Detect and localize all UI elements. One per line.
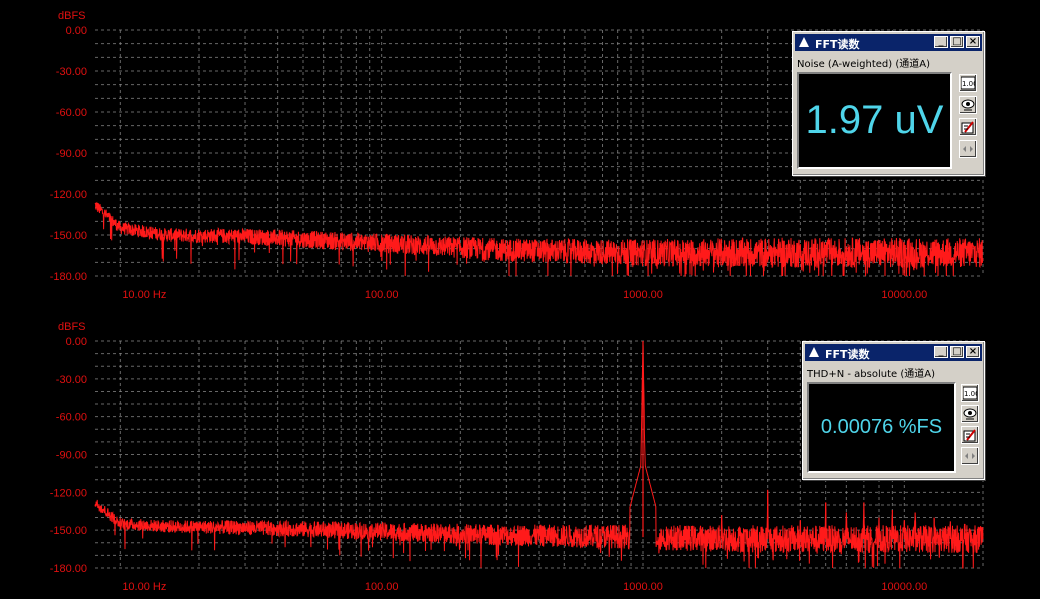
y-tick-label: -60.00 [56,412,87,424]
y-tick-label: -90.00 [56,450,87,462]
close-button[interactable]: × [966,346,980,358]
y-tick-label: -150.00 [50,525,87,537]
x-tick-label: 10000.00 [881,289,927,301]
chart-edit-icon[interactable] [961,426,979,444]
readout-measurement-label: THD+N - absolute (通道A) [807,369,935,380]
readout-value-display: 1.97 uV [797,72,952,169]
minimize-button[interactable]: _ [934,346,948,358]
units-btn-text: 1.00 [964,390,977,398]
fft-readout-window-top[interactable]: FFT读数 _ □ × Noise (A-weighted) (通道A) 1.9… [792,31,985,176]
y-tick-label: -120.00 [50,487,87,499]
readout-units-icon[interactable]: 1.00 [961,384,979,402]
y-tick-label: -120.00 [50,189,87,201]
x-tick-label: 10.00 Hz [122,581,166,593]
swap-arrows-icon[interactable] [959,140,977,158]
readout-titlebar[interactable]: FFT读数 _ □ × [795,34,982,51]
app-icon [799,37,809,47]
y-tick-label: -60.00 [56,107,87,119]
swap-arrows-icon[interactable] [961,447,979,465]
y-tick-label: -30.00 [56,374,87,386]
y-tick-label: 0.00 [66,25,87,37]
readout-value: 1.97 uV [805,98,944,142]
x-tick-label: 100.00 [365,289,399,301]
eye-icon[interactable] [959,96,977,114]
chart-edit-icon[interactable] [959,118,977,136]
y-axis-label: dBFS [58,321,86,333]
maximize-button[interactable]: □ [950,346,964,358]
eye-icon[interactable] [961,405,979,423]
readout-title: FFT读数 [825,348,870,361]
app-icon [809,347,819,357]
y-tick-label: -150.00 [50,230,87,242]
y-tick-label: -180.00 [50,563,87,575]
x-tick-label: 10000.00 [881,581,927,593]
maximize-button[interactable]: □ [950,36,964,48]
readout-value: 0.00076 %FS [820,416,943,438]
readout-title: FFT读数 [815,38,860,51]
readout-measurement-label: Noise (A-weighted) (通道A) [797,59,930,70]
y-tick-label: -180.00 [50,271,87,283]
readout-value-display: 0.00076 %FS [807,382,956,473]
readout-units-icon[interactable]: 1.00 [959,74,977,92]
minimize-button[interactable]: _ [934,36,948,48]
x-tick-label: 1000.00 [623,581,663,593]
x-tick-label: 1000.00 [623,289,663,301]
close-button[interactable]: × [966,36,980,48]
units-btn-text: 1.00 [962,80,975,88]
y-tick-label: 0.00 [66,336,87,348]
y-axis-label: dBFS [58,10,86,22]
x-tick-label: 10.00 Hz [122,289,166,301]
fft-readout-window-bottom[interactable]: FFT读数 _ □ × THD+N - absolute (通道A) 0.000… [802,341,985,480]
x-tick-label: 100.00 [365,581,399,593]
y-tick-label: -90.00 [56,148,87,160]
readout-titlebar[interactable]: FFT读数 _ □ × [805,344,982,361]
y-tick-label: -30.00 [56,66,87,78]
